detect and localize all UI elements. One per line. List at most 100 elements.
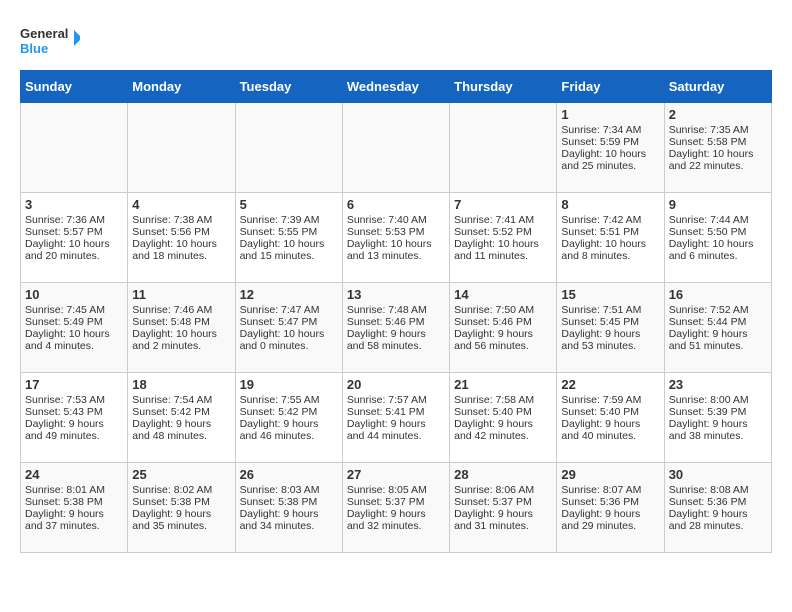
header: General Blue	[20, 20, 772, 60]
day-number: 12	[240, 287, 338, 302]
day-info: Sunset: 5:42 PM	[240, 406, 338, 418]
svg-text:Blue: Blue	[20, 41, 48, 56]
day-number: 11	[132, 287, 230, 302]
day-info: Sunrise: 7:35 AM	[669, 124, 767, 136]
day-info: Sunrise: 7:42 AM	[561, 214, 659, 226]
weekday-header-row: SundayMondayTuesdayWednesdayThursdayFrid…	[21, 71, 772, 103]
day-info: Daylight: 9 hours and 37 minutes.	[25, 508, 123, 532]
day-info: Sunset: 5:42 PM	[132, 406, 230, 418]
calendar-cell	[128, 103, 235, 193]
day-info: Sunset: 5:37 PM	[347, 496, 445, 508]
day-info: Sunset: 5:36 PM	[669, 496, 767, 508]
calendar-cell: 6Sunrise: 7:40 AMSunset: 5:53 PMDaylight…	[342, 193, 449, 283]
day-info: Sunrise: 8:00 AM	[669, 394, 767, 406]
calendar-cell: 10Sunrise: 7:45 AMSunset: 5:49 PMDayligh…	[21, 283, 128, 373]
week-row-4: 17Sunrise: 7:53 AMSunset: 5:43 PMDayligh…	[21, 373, 772, 463]
day-number: 4	[132, 197, 230, 212]
day-info: Sunrise: 7:34 AM	[561, 124, 659, 136]
day-number: 24	[25, 467, 123, 482]
calendar-cell: 11Sunrise: 7:46 AMSunset: 5:48 PMDayligh…	[128, 283, 235, 373]
calendar-cell: 4Sunrise: 7:38 AMSunset: 5:56 PMDaylight…	[128, 193, 235, 283]
day-info: Daylight: 10 hours and 18 minutes.	[132, 238, 230, 262]
day-number: 19	[240, 377, 338, 392]
day-info: Daylight: 9 hours and 40 minutes.	[561, 418, 659, 442]
calendar-cell: 28Sunrise: 8:06 AMSunset: 5:37 PMDayligh…	[450, 463, 557, 553]
calendar-cell: 27Sunrise: 8:05 AMSunset: 5:37 PMDayligh…	[342, 463, 449, 553]
day-info: Sunrise: 7:54 AM	[132, 394, 230, 406]
day-number: 8	[561, 197, 659, 212]
day-info: Sunset: 5:48 PM	[132, 316, 230, 328]
day-info: Daylight: 9 hours and 38 minutes.	[669, 418, 767, 442]
day-info: Sunset: 5:57 PM	[25, 226, 123, 238]
day-number: 10	[25, 287, 123, 302]
day-number: 18	[132, 377, 230, 392]
calendar-cell: 15Sunrise: 7:51 AMSunset: 5:45 PMDayligh…	[557, 283, 664, 373]
day-info: Sunrise: 7:53 AM	[25, 394, 123, 406]
week-row-3: 10 Sunrise: 7:45 AMSunset: 5:49 PM Dayligh…	[21, 283, 772, 373]
calendar-cell: 16Sunrise: 7:52 AMSunset: 5:44 PMDayligh…	[664, 283, 771, 373]
day-info: Daylight: 9 hours and 32 minutes.	[347, 508, 445, 532]
day-number: 13	[347, 287, 445, 302]
day-number: 15	[561, 287, 659, 302]
day-info: Sunset: 5:39 PM	[669, 406, 767, 418]
day-info: Daylight: 9 hours and 46 minutes.	[240, 418, 338, 442]
calendar-cell: 8Sunrise: 7:42 AMSunset: 5:51 PMDaylight…	[557, 193, 664, 283]
day-number: 30	[669, 467, 767, 482]
day-number: 14	[454, 287, 552, 302]
day-info: Sunrise: 7:59 AM	[561, 394, 659, 406]
calendar-cell: 22 Sunrise: 7:59 AMSunset: 5:40 PMDayligh…	[557, 373, 664, 463]
day-info: Sunrise: 7:41 AM	[454, 214, 552, 226]
day-info: Daylight: 9 hours and 49 minutes.	[25, 418, 123, 442]
calendar-cell	[235, 103, 342, 193]
day-info: Sunrise: 7:47 AM	[240, 304, 338, 316]
day-info: Sunset: 5:46 PM	[347, 316, 445, 328]
day-info: Sunrise: 7:39 AM	[240, 214, 338, 226]
day-info: Daylight: 9 hours and 58 minutes.	[347, 328, 445, 352]
calendar-cell	[342, 103, 449, 193]
calendar-cell: 14Sunrise: 7:50 AMSunset: 5:46 PMDayligh…	[450, 283, 557, 373]
day-number: 22	[561, 377, 659, 392]
day-info: Daylight: 9 hours and 51 minutes.	[669, 328, 767, 352]
calendar-cell: 5Sunrise: 7:39 AMSunset: 5:55 PMDaylight…	[235, 193, 342, 283]
calendar-table: SundayMondayTuesdayWednesdayThursdayFrid…	[20, 70, 772, 553]
day-info: Sunset: 5:50 PM	[669, 226, 767, 238]
day-info: Sunrise: 8:01 AM	[25, 484, 123, 496]
weekday-header-saturday: Saturday	[664, 71, 771, 103]
day-info: Daylight: 9 hours and 44 minutes.	[347, 418, 445, 442]
day-info: Daylight: 9 hours and 28 minutes.	[669, 508, 767, 532]
day-info: Sunrise: 7:55 AM	[240, 394, 338, 406]
day-info: Sunset: 5:46 PM	[454, 316, 552, 328]
day-number: 9	[669, 197, 767, 212]
calendar-cell: 24 Sunrise: 8:01 AMSunset: 5:38 PMDayligh…	[21, 463, 128, 553]
day-info: Sunset: 5:56 PM	[132, 226, 230, 238]
day-info: Daylight: 10 hours and 15 minutes.	[240, 238, 338, 262]
weekday-header-wednesday: Wednesday	[342, 71, 449, 103]
day-info: Sunrise: 7:52 AM	[669, 304, 767, 316]
logo-svg: General Blue	[20, 20, 80, 60]
day-info: Daylight: 10 hours and 22 minutes.	[669, 148, 767, 172]
day-info: Daylight: 10 hours and 25 minutes.	[561, 148, 659, 172]
day-info: Daylight: 10 hours and 0 minutes.	[240, 328, 338, 352]
day-info: Sunrise: 7:45 AM	[25, 304, 123, 316]
day-info: Sunset: 5:38 PM	[240, 496, 338, 508]
day-info: Daylight: 10 hours and 8 minutes.	[561, 238, 659, 262]
day-info: Sunset: 5:40 PM	[561, 406, 659, 418]
calendar-cell: 19 Sunrise: 7:55 AMSunset: 5:42 PMDayligh…	[235, 373, 342, 463]
calendar-cell: 1Sunrise: 7:34 AMSunset: 5:59 PMDaylight…	[557, 103, 664, 193]
day-info: Sunset: 5:49 PM	[25, 316, 123, 328]
calendar-cell: 21Sunrise: 7:58 AMSunset: 5:40 PMDayligh…	[450, 373, 557, 463]
svg-text:General: General	[20, 26, 68, 41]
weekday-header-thursday: Thursday	[450, 71, 557, 103]
day-info: Daylight: 9 hours and 48 minutes.	[132, 418, 230, 442]
day-info: Sunset: 5:38 PM	[132, 496, 230, 508]
day-number: 17	[25, 377, 123, 392]
day-info: Sunset: 5:38 PM	[25, 496, 123, 508]
calendar-cell: 7Sunrise: 7:41 AMSunset: 5:52 PMDaylight…	[450, 193, 557, 283]
day-number: 25	[132, 467, 230, 482]
day-info: Sunrise: 7:51 AM	[561, 304, 659, 316]
day-info: Daylight: 9 hours and 53 minutes.	[561, 328, 659, 352]
day-info: Daylight: 9 hours and 42 minutes.	[454, 418, 552, 442]
day-number: 16	[669, 287, 767, 302]
day-info: Daylight: 10 hours and 2 minutes.	[132, 328, 230, 352]
calendar-cell: 20Sunrise: 7:57 AMSunset: 5:41 PMDayligh…	[342, 373, 449, 463]
